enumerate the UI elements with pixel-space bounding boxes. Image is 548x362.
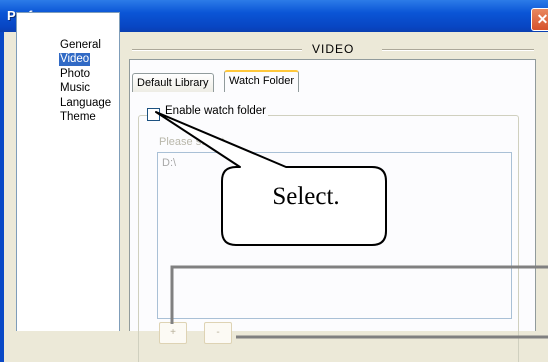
callout-text: Select.	[272, 183, 340, 210]
preferences-window: Preferences ✕ General Video Photo Music …	[0, 0, 548, 362]
add-button-connector	[170, 265, 548, 324]
annotation-overlay	[155, 111, 548, 339]
callout-bubble	[155, 111, 387, 246]
